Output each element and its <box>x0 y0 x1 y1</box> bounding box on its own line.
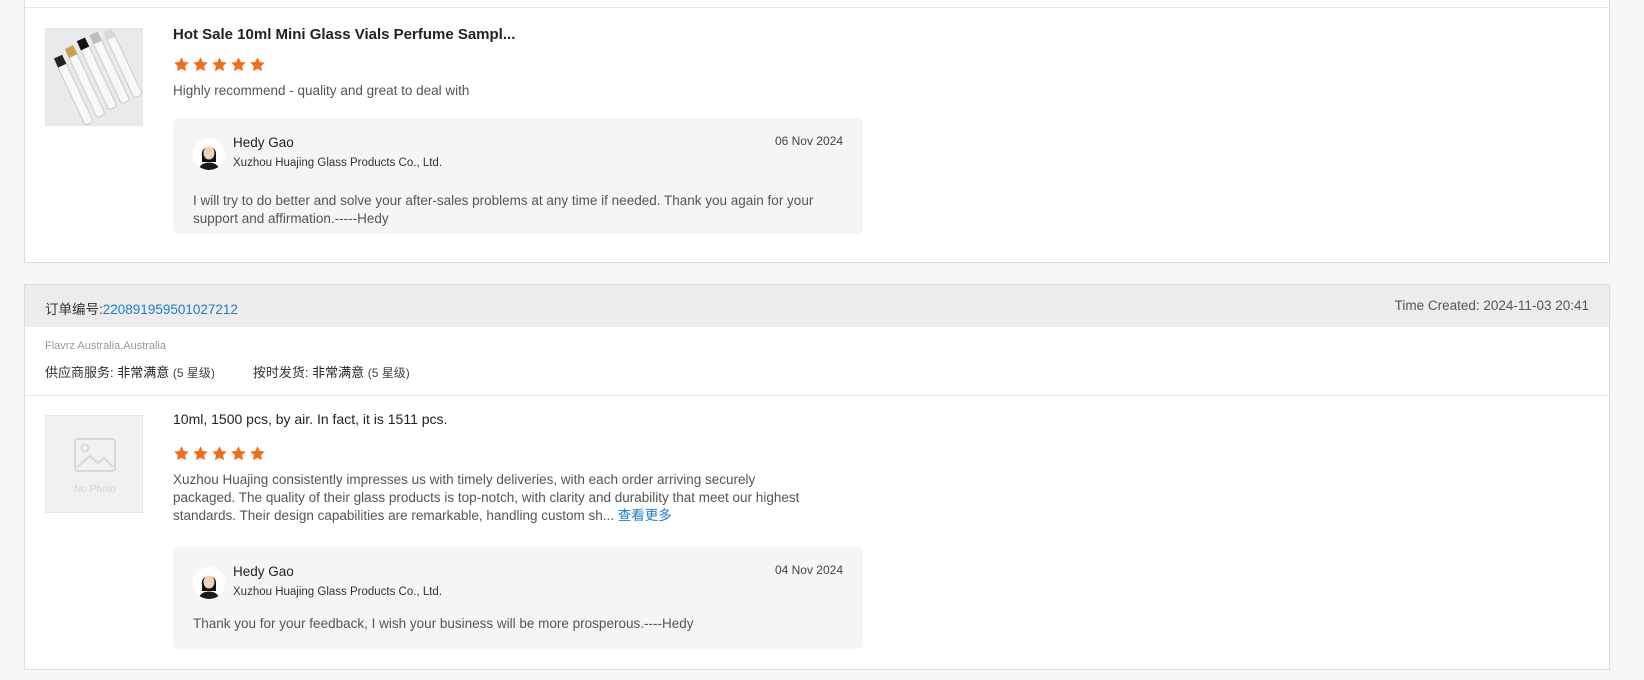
see-more-link[interactable]: 查看更多 <box>618 508 672 523</box>
reply-date: 04 Nov 2024 <box>774 563 843 577</box>
rating-stars <box>173 56 266 73</box>
supplier-reply: Hedy Gao Xuzhou Huajing Glass Products C… <box>173 118 863 234</box>
review-card: Hot Sale 10ml Mini Glass Vials Perfume S… <box>24 0 1610 263</box>
time-created: Time Created: 2024-11-03 20:41 <box>1394 298 1589 313</box>
product-image-placeholder: No Photo <box>45 415 143 513</box>
shipping-level: (5 星级) <box>367 366 410 380</box>
shipping-label: 按时发货: <box>252 365 309 380</box>
buyer-location: Flavrz Australia,Australia <box>45 340 167 352</box>
avatar <box>193 567 225 599</box>
product-title[interactable]: 10ml, 1500 pcs, by air. In fact, it is 1… <box>173 411 447 427</box>
reply-date: 06 Nov 2024 <box>774 134 843 148</box>
star-icon <box>193 57 208 72</box>
avatar <box>193 138 225 170</box>
order-review-card: 订单编号:220891959501027212 Time Created: 20… <box>24 284 1610 670</box>
star-icon <box>231 446 246 461</box>
reply-text: Thank you for your feedback, I wish your… <box>193 616 694 631</box>
supplier-service-rating: 供应商服务: 非常满意 (5 星级) <box>45 362 215 381</box>
replier-name: Hedy Gao <box>233 135 294 150</box>
order-number-link[interactable]: 220891959501027212 <box>103 302 238 317</box>
star-icon <box>193 446 208 461</box>
product-image[interactable] <box>45 28 143 126</box>
replier-company: Xuzhou Huajing Glass Products Co., Ltd. <box>233 586 443 598</box>
star-icon <box>174 57 189 72</box>
supplier-service-value: 非常满意 <box>117 365 170 380</box>
review-text: Highly recommend - quality and great to … <box>173 83 470 98</box>
star-icon <box>250 57 265 72</box>
shipping-value: 非常满意 <box>312 365 365 380</box>
star-icon <box>231 57 246 72</box>
star-icon <box>212 446 227 461</box>
order-number-label: 订单编号: <box>45 302 103 317</box>
star-icon <box>212 57 227 72</box>
star-icon <box>174 446 189 461</box>
replier-company: Xuzhou Huajing Glass Products Co., Ltd. <box>233 157 443 169</box>
reply-text: I will try to do better and solve your a… <box>193 193 814 226</box>
order-header: 订单编号:220891959501027212 Time Created: 20… <box>25 285 1609 327</box>
rating-stars <box>173 445 266 462</box>
svg-text:No Photo: No Photo <box>74 484 116 495</box>
product-title[interactable]: Hot Sale 10ml Mini Glass Vials Perfume S… <box>173 26 515 43</box>
divider <box>25 395 1609 396</box>
order-ratings: 供应商服务: 非常满意 (5 星级) 按时发货: 非常满意 (5 星级) <box>45 362 410 381</box>
review-text-body: Xuzhou Huajing consistently impresses us… <box>173 472 800 523</box>
order-number-row: 订单编号:220891959501027212 <box>45 298 238 318</box>
supplier-service-level: (5 星级) <box>172 366 215 380</box>
review-text: Xuzhou Huajing consistently impresses us… <box>173 471 821 525</box>
supplier-reply: Hedy Gao Xuzhou Huajing Glass Products C… <box>173 547 863 649</box>
star-icon <box>250 446 265 461</box>
divider <box>25 7 1609 8</box>
shipping-rating: 按时发货: 非常满意 (5 星级) <box>253 362 410 381</box>
image-placeholder-icon: No Photo <box>46 416 142 512</box>
replier-name: Hedy Gao <box>233 564 294 579</box>
supplier-service-label: 供应商服务: <box>45 365 114 380</box>
